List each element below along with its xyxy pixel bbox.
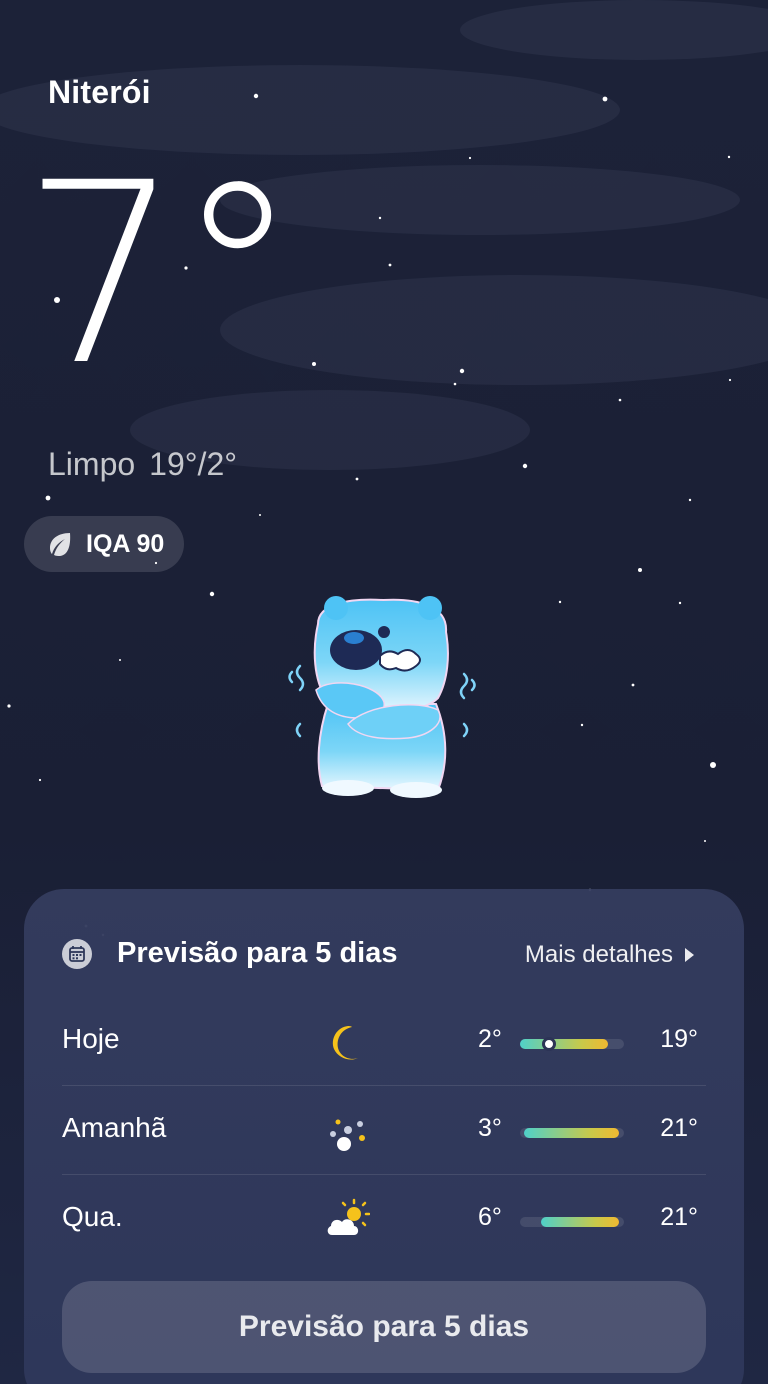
calendar-icon	[62, 939, 92, 969]
temp-range-fill	[524, 1128, 619, 1138]
forecast-header[interactable]: Previsão para 5 dias Mais detalhes	[62, 935, 702, 975]
high-temp: 19°	[660, 1025, 698, 1053]
five-day-forecast-button[interactable]: Previsão para 5 dias	[62, 1281, 706, 1373]
day-label: Amanhã	[62, 1112, 167, 1143]
chevron-right-icon	[685, 948, 694, 962]
current-temperature: 7°	[22, 129, 300, 420]
row-divider	[62, 1174, 706, 1175]
high-temp: 21°	[660, 1203, 698, 1231]
more-details-link[interactable]: Mais detalhes	[525, 941, 694, 969]
temp-range-bar	[520, 1037, 624, 1051]
day-label: Qua.	[62, 1201, 123, 1232]
city-name[interactable]: Niterói	[48, 74, 151, 111]
temp-range-bar	[520, 1217, 624, 1227]
forecast-row-tomorrow[interactable]: Amanhã 3° 21°	[62, 1088, 706, 1176]
current-temp-marker	[542, 1037, 557, 1051]
forecast-card: Previsão para 5 dias Mais detalhes Hoje …	[24, 889, 744, 1384]
scattered-weather-icon	[330, 1119, 365, 1151]
temp-range-bar	[520, 1128, 624, 1138]
day-label: Hoje	[62, 1023, 120, 1054]
more-details-label: Mais detalhes	[524, 941, 673, 968]
leaf-icon	[50, 533, 71, 556]
partly-cloudy-icon	[327, 1198, 370, 1235]
low-temp: 6°	[478, 1203, 502, 1231]
forecast-row-wednesday[interactable]: Qua. 6° 21°	[62, 1177, 706, 1265]
polar-bear-mascot-icon	[288, 596, 476, 798]
high-temp: 21°	[660, 1114, 698, 1142]
current-condition: Limpo 19°/2°	[48, 446, 237, 483]
low-temp: 2°	[478, 1025, 502, 1053]
high-low-text: 19°/2°	[149, 446, 238, 482]
temp-range-fill	[520, 1039, 609, 1049]
moon-icon	[332, 1026, 358, 1060]
condition-text: Limpo	[48, 446, 136, 482]
forecast-title: Previsão para 5 dias	[117, 937, 398, 969]
forecast-row-today[interactable]: Hoje 2° 19°	[62, 999, 706, 1087]
temp-range-fill	[540, 1217, 619, 1227]
low-temp: 3°	[478, 1114, 502, 1142]
aqi-badge[interactable]: IQA 90	[24, 516, 184, 572]
row-divider	[62, 1085, 706, 1086]
aqi-label: IQA 90	[86, 529, 165, 558]
